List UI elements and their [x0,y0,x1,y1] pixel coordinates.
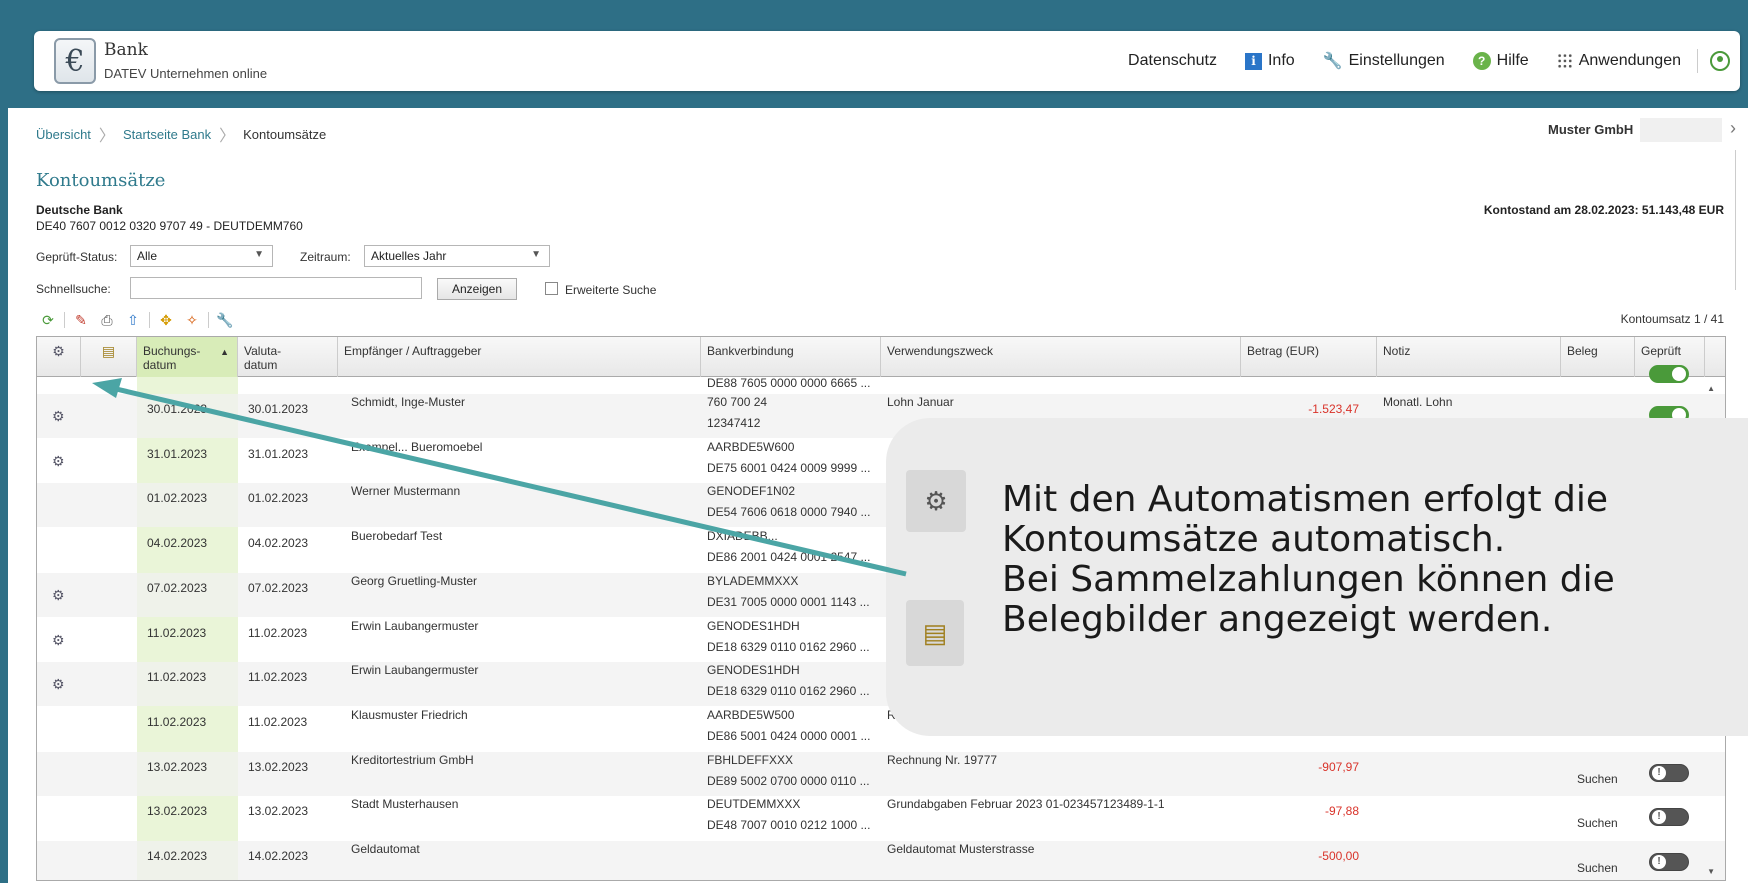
annotation-arrow-head [92,378,122,398]
annotation-arrow [92,378,907,577]
annotation-arrow-line [111,385,907,577]
